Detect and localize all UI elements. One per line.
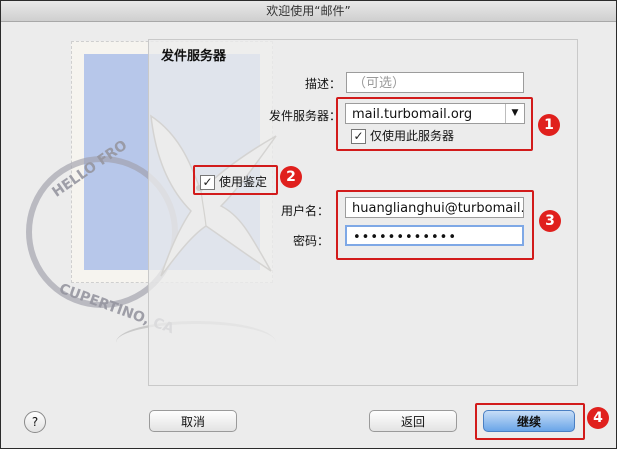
back-button[interactable]: 返回 xyxy=(369,410,457,432)
highlight-box-3 xyxy=(336,190,534,260)
highlight-box-2 xyxy=(193,165,278,195)
mail-setup-window: 欢迎使用“邮件” HELLO FRO CUPERTINO, CA 发件服务器 描… xyxy=(0,0,617,449)
step-badge-2: 2 xyxy=(280,166,302,188)
window-title: 欢迎使用“邮件” xyxy=(1,1,616,22)
highlight-box-1 xyxy=(336,97,533,151)
step-badge-4: 4 xyxy=(587,407,609,429)
step-badge-1: 1 xyxy=(538,114,560,136)
description-input[interactable]: （可选） xyxy=(346,72,524,93)
step-badge-3: 3 xyxy=(539,210,561,232)
password-label: 密码： xyxy=(292,234,329,248)
username-label: 用户名： xyxy=(280,204,329,218)
outgoing-server-label: 发件服务器： xyxy=(268,109,341,123)
panel-title: 发件服务器 xyxy=(161,49,227,64)
cancel-button[interactable]: 取消 xyxy=(149,410,237,432)
description-label: 描述： xyxy=(304,77,341,91)
highlight-box-4 xyxy=(475,403,585,440)
help-button[interactable]: ? xyxy=(24,411,46,433)
description-placeholder: （可选） xyxy=(353,76,406,91)
